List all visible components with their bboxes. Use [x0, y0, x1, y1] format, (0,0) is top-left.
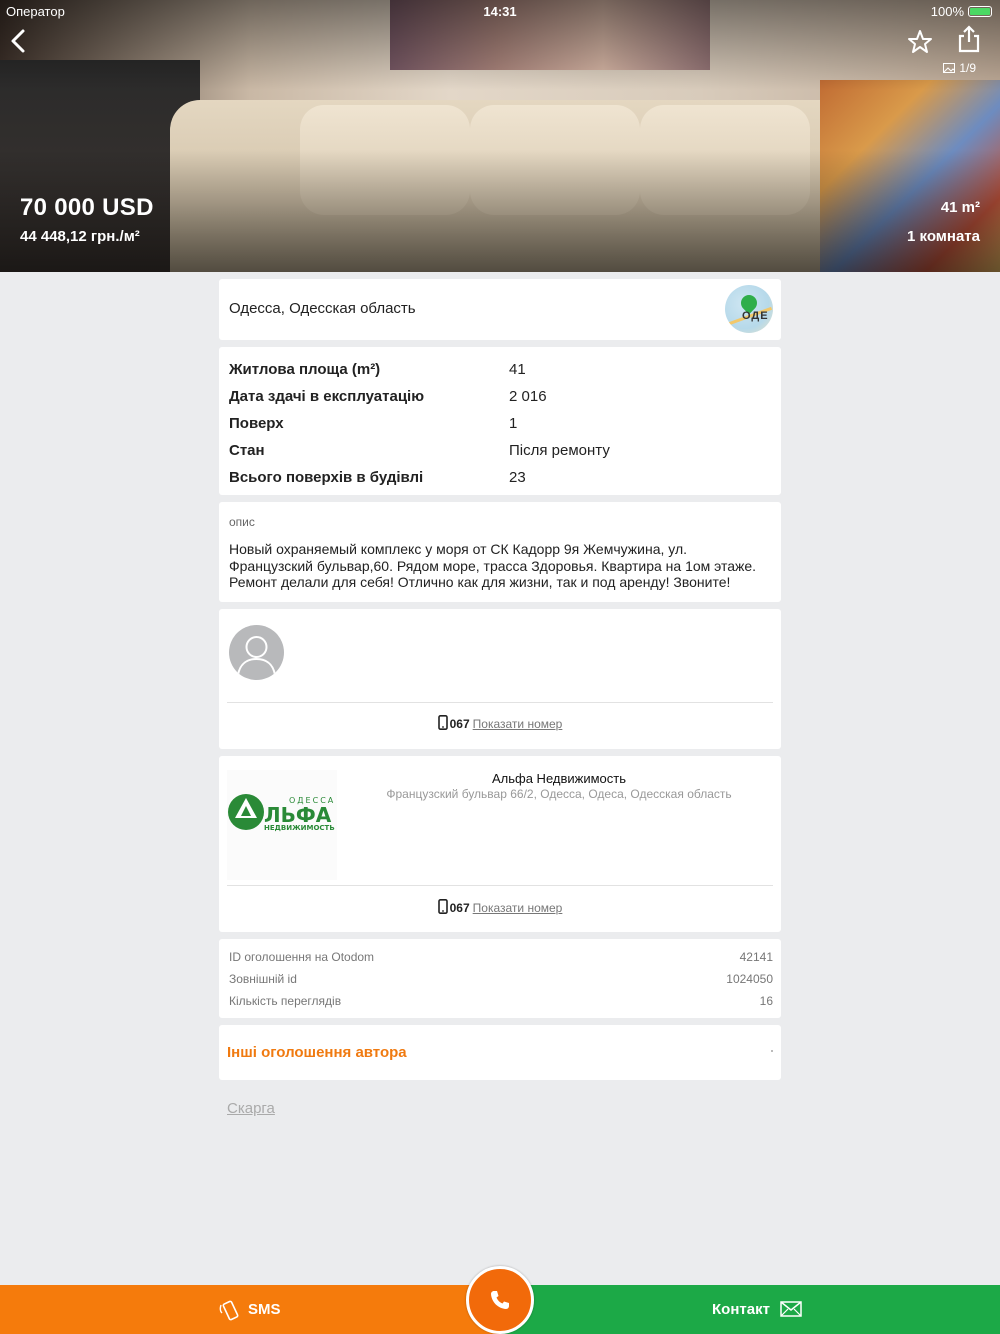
show-number-link[interactable]: Показати номер	[473, 901, 563, 915]
chevron-icon	[771, 1050, 773, 1052]
param-value: 2 016	[509, 388, 547, 405]
meta-label: ID оголошення на Otodom	[229, 950, 375, 964]
param-label: Дата здачі в експлуатацію	[229, 388, 425, 405]
phone-prefix: 067	[449, 901, 470, 915]
contact-label: Контакт	[712, 1301, 770, 1318]
meta-label: Зовнішній id	[229, 972, 297, 986]
meta-label: Кількість переглядів	[229, 994, 342, 1008]
image-icon	[943, 63, 956, 73]
mobile-phone-icon	[437, 899, 448, 914]
svg-text:НЕДВИЖИМОСТЬ: НЕДВИЖИМОСТЬ	[264, 824, 335, 832]
param-label: Поверх	[229, 415, 284, 432]
meta-value: 16	[759, 994, 773, 1008]
call-button[interactable]	[466, 1266, 534, 1334]
mobile-phone-icon	[437, 715, 448, 730]
param-value: 23	[509, 469, 526, 486]
author-card: 067 Показати номер	[219, 609, 781, 749]
param-value: Після ремонту	[509, 442, 610, 459]
map-thumbnail[interactable]: ОДЕ	[725, 285, 773, 333]
complaint-link[interactable]: Скарга	[227, 1100, 275, 1117]
param-label: Всього поверхів в будівлі	[229, 469, 424, 486]
user-silhouette-icon	[237, 636, 276, 676]
description-heading: опис	[229, 515, 255, 529]
map-label: ОДЕ	[742, 310, 769, 322]
rooms-count: 1 комната	[907, 228, 980, 245]
location-card[interactable]: Одесса, Одесская область ОДЕ	[219, 279, 781, 340]
battery-indicator: 100%	[931, 4, 992, 19]
status-bar: Оператор 14:31 100%	[0, 0, 1000, 22]
back-button[interactable]	[8, 28, 32, 54]
avatar	[229, 625, 284, 680]
param-row: Дата здачі в експлуатацію 2 016	[229, 383, 610, 410]
star-icon	[908, 30, 932, 53]
contact-button[interactable]: Контакт	[500, 1285, 1000, 1334]
meta-value: 1024050	[726, 972, 773, 986]
description-text: Новый охраняемый комплекс у моря от СК К…	[229, 541, 757, 590]
sms-phone-icon	[219, 1300, 239, 1321]
show-number-link[interactable]: Показати номер	[473, 717, 563, 731]
meta-row: Кількість переглядів 16	[229, 994, 773, 1008]
share-icon	[958, 25, 980, 53]
clock: 14:31	[483, 4, 517, 19]
parameters-table: Житлова площа (m²) 41 Дата здачі в експлу…	[229, 356, 610, 491]
param-label: Житлова площа (m²)	[229, 361, 381, 378]
chevron-left-icon	[11, 29, 25, 53]
photo-counter-text: 1/9	[959, 61, 976, 75]
favorite-button[interactable]	[906, 28, 934, 56]
battery-percent: 100%	[930, 4, 964, 19]
divider	[227, 702, 773, 703]
agency-card[interactable]: ОДЕССА ЛЬФА НЕДВИЖИМОСТЬ Альфа Недвижимо…	[219, 756, 781, 932]
listing-meta-card: ID оголошення на Otodom 42141 Зовнішній …	[219, 939, 781, 1018]
agency-logo-image: ОДЕССА ЛЬФА НЕДВИЖИМОСТЬ	[227, 770, 337, 880]
description-card: опис Новый охраняемый комплекс у моря от…	[219, 502, 781, 602]
author-phone-row[interactable]: 067 Показати номер	[219, 715, 781, 731]
phone-prefix: 067	[449, 717, 470, 731]
param-value: 1	[509, 415, 518, 432]
price: 70 000 USD	[20, 194, 154, 221]
parameters-card: Житлова площа (m²) 41 Дата здачі в експлу…	[219, 347, 781, 495]
price-per-m2: 44 448,12 грн./м²	[20, 228, 140, 245]
other-listings-label: Інші оголошення автора	[227, 1044, 407, 1061]
agency-address: Французский бульвар 66/2, Одесса, Одеса,…	[386, 787, 732, 801]
meta-row: ID оголошення на Otodom 42141	[229, 950, 773, 964]
photo-counter: 1/9	[943, 61, 976, 75]
param-row: Житлова площа (m²) 41	[229, 356, 610, 383]
param-label: Стан	[229, 442, 265, 459]
divider	[227, 885, 773, 886]
meta-value: 42141	[739, 950, 773, 964]
agency-logo: ОДЕССА ЛЬФА НЕДВИЖИМОСТЬ	[227, 770, 337, 880]
sms-label: SMS	[248, 1301, 281, 1318]
share-button[interactable]	[955, 24, 983, 54]
param-row: Всього поверхів в будівлі 23	[229, 464, 610, 491]
phone-icon	[491, 1291, 509, 1309]
area: 41 m²	[940, 199, 980, 216]
param-value: 41	[509, 361, 526, 378]
battery-icon	[968, 6, 992, 17]
sms-button[interactable]: SMS	[0, 1285, 500, 1334]
listing-photo[interactable]	[0, 0, 1000, 272]
envelope-icon	[780, 1301, 802, 1317]
other-listings-link[interactable]: Інші оголошення автора	[219, 1025, 781, 1080]
agency-name: Альфа Недвижимость	[491, 771, 626, 786]
location-text: Одесса, Одесская область	[229, 300, 416, 317]
param-row: Поверх 1	[229, 410, 610, 437]
meta-row: Зовнішній id 1024050	[229, 972, 773, 986]
param-row: Стан Після ремонту	[229, 437, 610, 464]
agency-phone-row[interactable]: 067 Показати номер	[219, 899, 781, 915]
